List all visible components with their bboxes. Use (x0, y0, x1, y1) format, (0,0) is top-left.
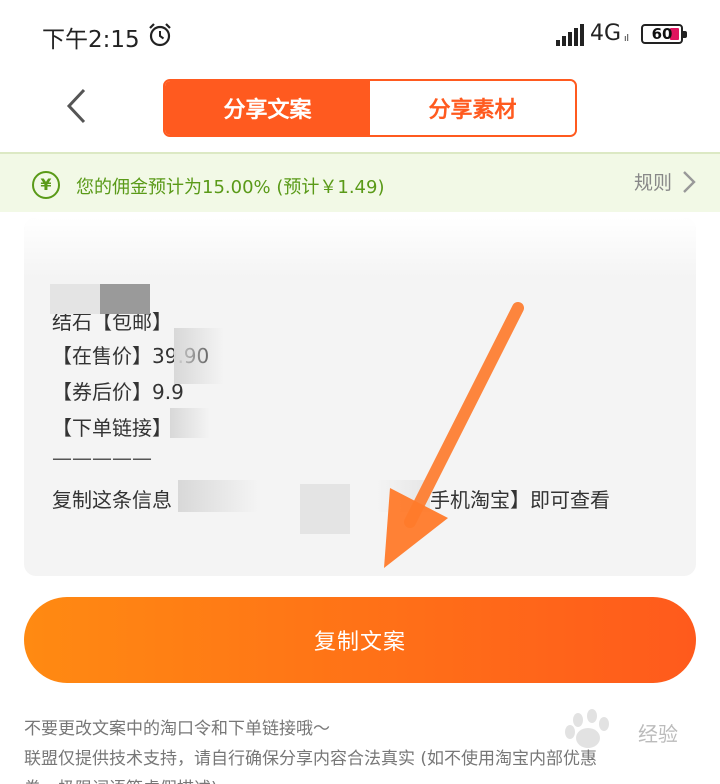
tab-share-copy[interactable]: 分享文案 (165, 81, 370, 135)
copy-instruction-line: 复制这条信息 (52, 488, 172, 512)
status-time: 下午2:15 (42, 27, 140, 53)
order-link-line: 【下单链接】 (52, 416, 172, 440)
redacted-block (300, 484, 350, 534)
back-button[interactable] (58, 86, 98, 126)
share-tabs: 分享文案 分享素材 (163, 79, 577, 137)
copy-text-button-label: 复制文案 (313, 630, 406, 655)
share-copy-card[interactable]: 结石【包邮】 【在售价】39.90 【券后价】9.9 【下单链接】 ————— … (24, 218, 696, 576)
battery-cap (683, 31, 687, 38)
battery-percent: 60 (651, 25, 673, 43)
rules-link[interactable]: 规则 (634, 168, 696, 195)
yen-circle-icon: ¥ (32, 171, 60, 199)
redacted-block (376, 480, 430, 512)
commission-text: 您的佣金预计为15.00% (预计￥1.49) (76, 177, 385, 198)
rules-label: 规则 (633, 172, 672, 194)
tab-share-material[interactable]: 分享素材 (370, 81, 575, 135)
watermark-text: 经验 (638, 722, 678, 746)
redacted-block (178, 480, 258, 512)
card-fade (24, 218, 696, 278)
network-activity: ıl (624, 34, 630, 44)
network-type: 4G (590, 21, 622, 46)
chevron-right-icon (683, 170, 696, 193)
battery-icon: 60 (641, 24, 687, 44)
divider-line: ————— (52, 446, 152, 470)
commission-banner: ¥ 您的佣金预计为15.00% (预计￥1.49) 规则 (0, 152, 720, 212)
redacted-block (50, 284, 100, 314)
alarm-clock-icon (149, 23, 171, 47)
open-taobao-line: 手机淘宝】即可查看 (430, 488, 610, 512)
chevron-left-icon (66, 88, 86, 124)
status-bar: 下午2:15 4G ıl 60 (0, 0, 720, 70)
signal-icon (556, 24, 584, 46)
redacted-block (174, 328, 224, 384)
coupon-price-line: 【券后价】9.9 (52, 380, 184, 404)
note-line: 券、极限词语等虚假描述) (24, 774, 704, 784)
redacted-block (100, 284, 150, 314)
nav-header: 分享文案 分享素材 (0, 70, 720, 150)
copy-text-button[interactable]: 复制文案 (24, 597, 696, 683)
redacted-block (170, 408, 210, 438)
